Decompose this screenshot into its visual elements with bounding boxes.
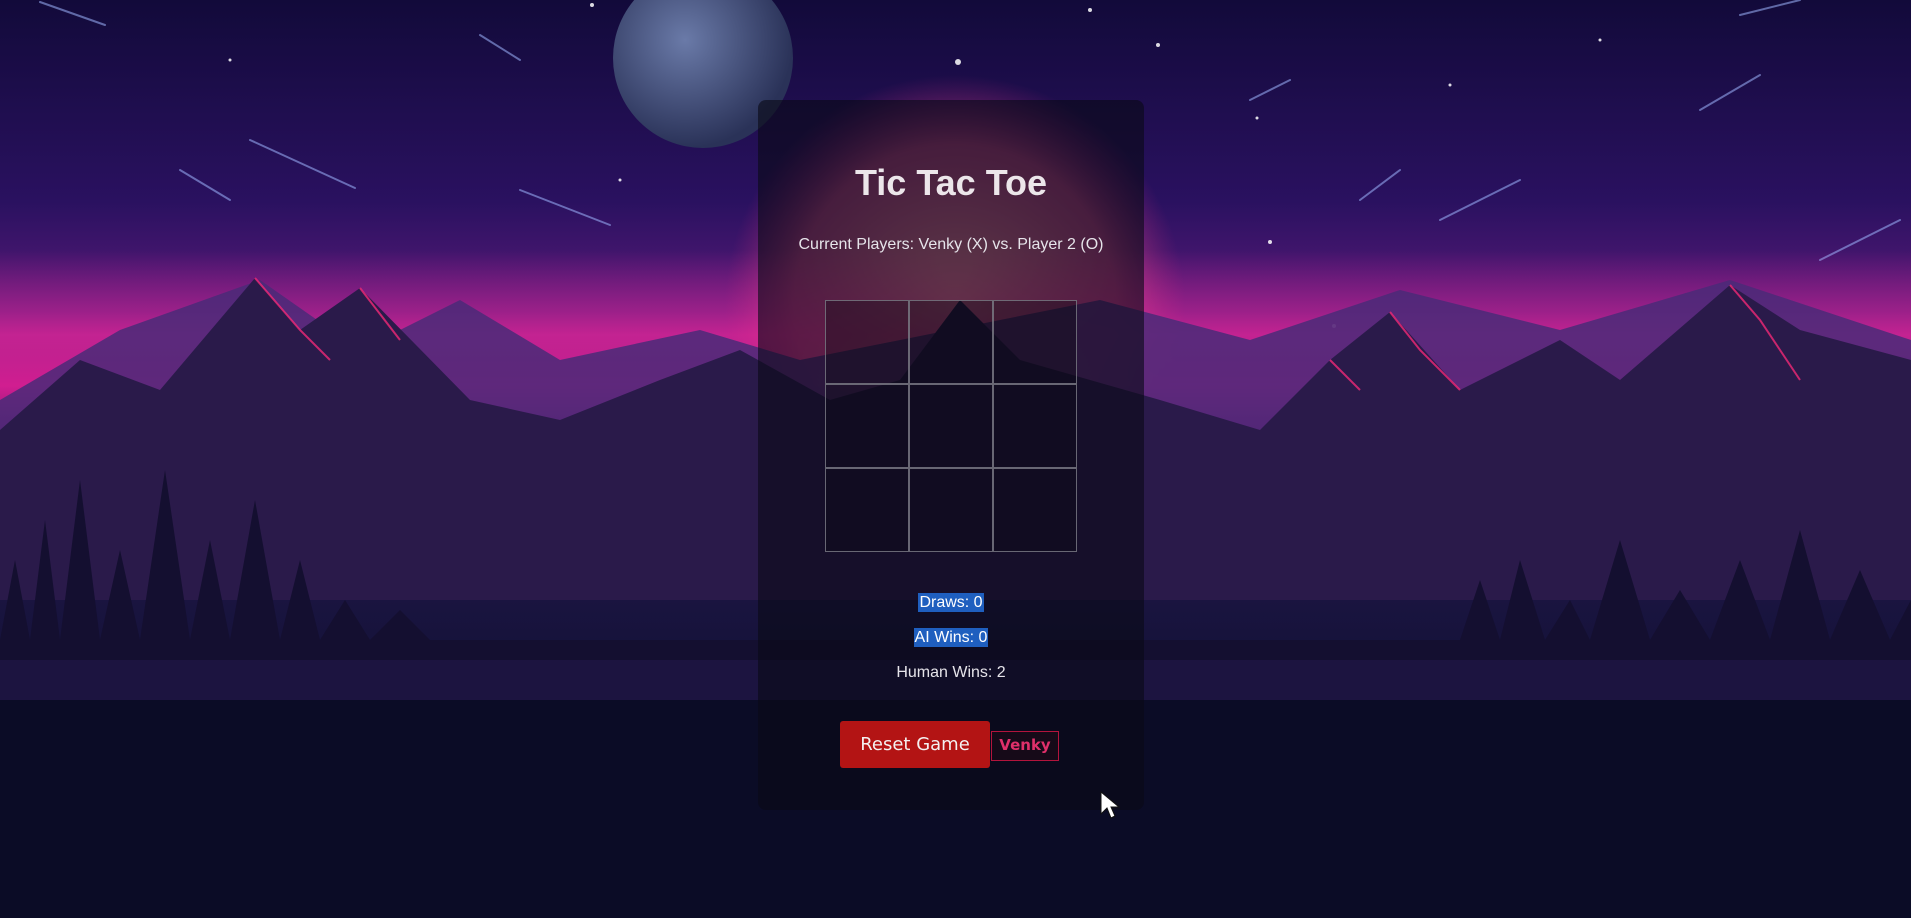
ai-wins-stat: AI Wins: 0 bbox=[758, 620, 1144, 655]
board-cell-1[interactable] bbox=[825, 300, 909, 384]
ai-wins-count: AI Wins: 0 bbox=[913, 628, 989, 647]
human-wins-count: Human Wins: 2 bbox=[896, 664, 1006, 681]
draws-stat: Draws: 0 bbox=[758, 585, 1144, 620]
player-name-tag: Venky bbox=[991, 731, 1059, 761]
board-cell-4[interactable] bbox=[825, 384, 909, 468]
game-screen: Tic Tac Toe Current Players: Venky (X) v… bbox=[0, 0, 1911, 918]
board-cell-9[interactable] bbox=[993, 468, 1077, 552]
human-wins-stat: Human Wins: 2 bbox=[758, 655, 1144, 690]
board-cell-8[interactable] bbox=[909, 468, 993, 552]
game-board bbox=[825, 300, 1077, 552]
board-cell-2[interactable] bbox=[909, 300, 993, 384]
mouse-pointer-icon bbox=[1100, 790, 1121, 819]
game-panel: Tic Tac Toe Current Players: Venky (X) v… bbox=[758, 100, 1144, 810]
reset-game-button[interactable]: Reset Game bbox=[840, 721, 990, 768]
board-cell-5[interactable] bbox=[909, 384, 993, 468]
board-cell-6[interactable] bbox=[993, 384, 1077, 468]
score-stats: Draws: 0 AI Wins: 0 Human Wins: 2 bbox=[758, 585, 1144, 690]
draws-count: Draws: 0 bbox=[918, 593, 984, 612]
page-title: Tic Tac Toe bbox=[854, 162, 1048, 203]
board-cell-3[interactable] bbox=[993, 300, 1077, 384]
board-cell-7[interactable] bbox=[825, 468, 909, 552]
current-players-label: Current Players: Venky (X) vs. Player 2 … bbox=[798, 236, 1104, 253]
